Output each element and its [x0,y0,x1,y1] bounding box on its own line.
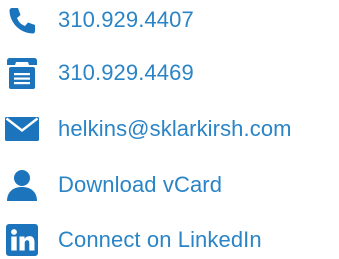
vcard-link[interactable]: Download vCard [0,167,339,203]
fax-link[interactable]: 310.929.4469 [0,55,339,91]
email-address: helkins@sklarkirsh.com [58,116,292,141]
fax-icon [0,55,44,91]
phone-icon [0,2,44,38]
linkedin-icon [0,222,44,258]
email-link[interactable]: helkins@sklarkirsh.com [0,111,339,147]
person-icon [0,167,44,203]
phone-link[interactable]: 310.929.4407 [0,2,339,38]
phone-number: 310.929.4407 [58,7,194,32]
vcard-label: Download vCard [58,172,223,197]
contact-list: 310.929.4407 310.929.4469 helkins@sklark… [0,0,339,259]
linkedin-label: Connect on LinkedIn [58,227,262,252]
fax-number: 310.929.4469 [58,60,194,85]
linkedin-link[interactable]: Connect on LinkedIn [0,222,339,258]
email-icon [0,111,44,147]
